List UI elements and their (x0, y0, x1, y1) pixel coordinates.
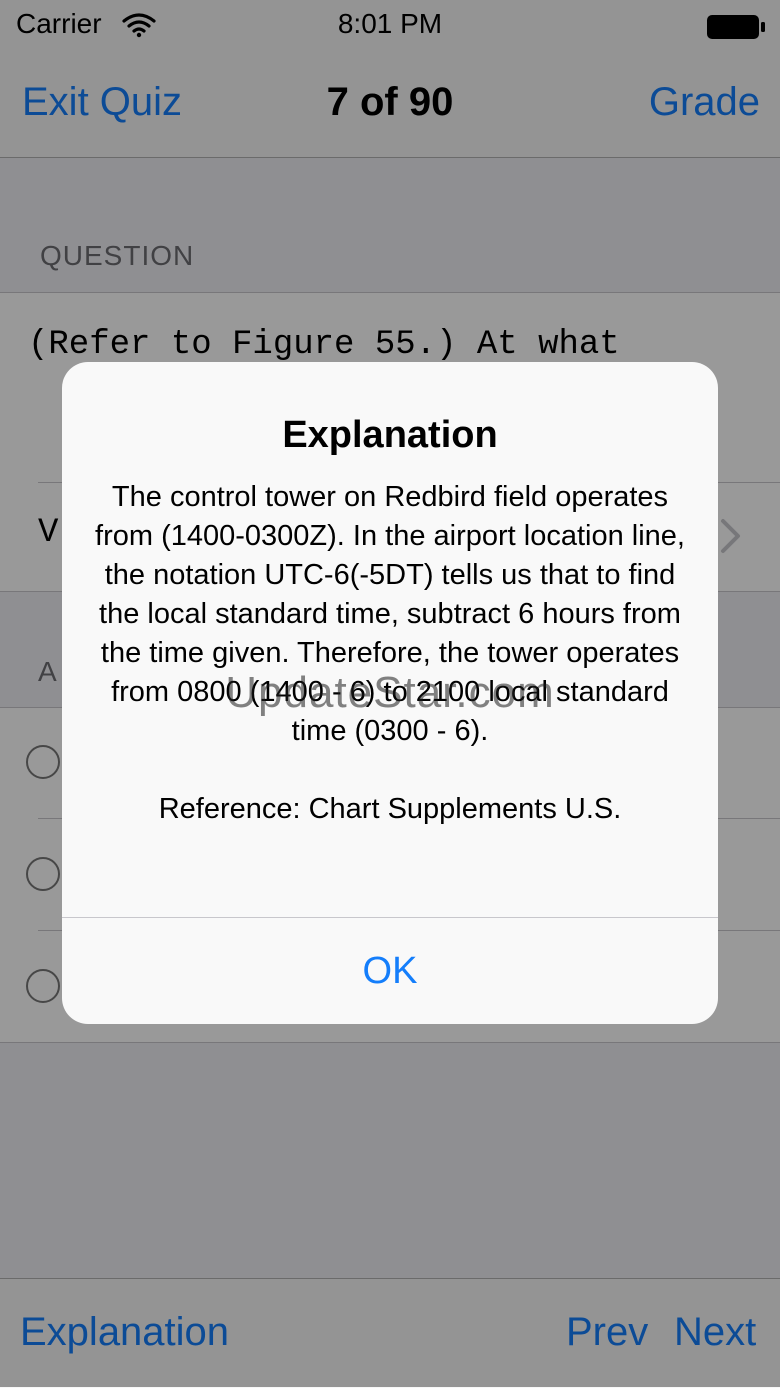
watermark: UpdateStar.com (225, 668, 555, 717)
ok-button[interactable]: OK (62, 918, 718, 1024)
alert-title: Explanation (282, 414, 498, 456)
alert-message: The control tower on Redbird field opera… (95, 481, 685, 825)
